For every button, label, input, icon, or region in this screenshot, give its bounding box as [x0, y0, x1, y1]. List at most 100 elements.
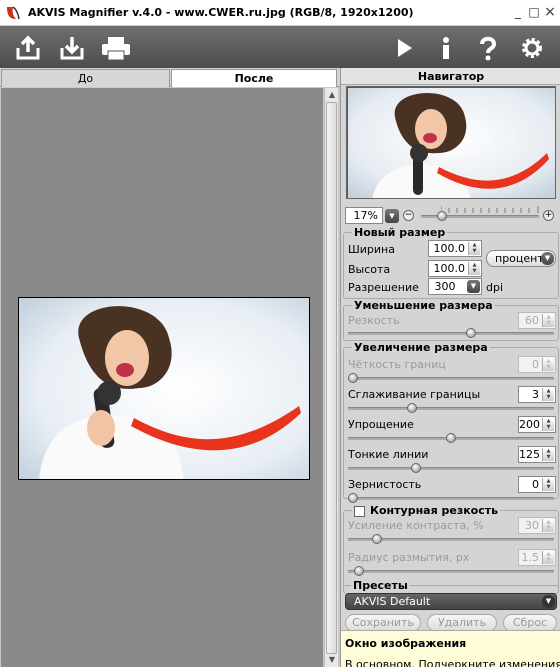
resolution-unit: dpi [486, 281, 504, 294]
enlarge-title: Увеличение размера [352, 341, 490, 354]
contour-title: Контурная резкость [352, 504, 501, 517]
contrast-label: Усиление контраста, % [348, 519, 484, 532]
param-3-track[interactable] [348, 467, 554, 470]
reduce-title: Уменьшение размера [352, 299, 495, 312]
settings-icon[interactable] [518, 34, 546, 62]
radius-track[interactable] [348, 570, 554, 573]
reduce-section: Уменьшение размера Резкость 60 ▲ ▼ [343, 299, 559, 341]
height-spin-icon: ▲ ▼ [468, 262, 480, 275]
resolution-field[interactable]: 300 ▼ [428, 278, 482, 295]
width-field[interactable]: 100.0 ▲ ▼ [428, 240, 482, 257]
zoom-field[interactable]: 17% [345, 207, 383, 224]
zoom-in-button[interactable]: + [543, 210, 554, 221]
radius-field[interactable]: 1.5 ▲ ▼ [518, 549, 556, 566]
minimize-button[interactable]: _ [510, 4, 526, 20]
param-1-spin-icon: ▲ ▼ [542, 388, 554, 401]
scroll-up-icon[interactable]: ▲ [327, 90, 337, 100]
contrast-thumb[interactable] [371, 534, 382, 544]
height-label: Высота [348, 263, 391, 276]
toolbar [0, 26, 560, 68]
zoom-out-button[interactable]: − [403, 210, 414, 221]
radius-thumb[interactable] [353, 566, 364, 576]
height-field[interactable]: 100.0 ▲ ▼ [428, 260, 482, 277]
window-title: AKVIS Magnifier v.4.0 - www.CWER.ru.jpg … [28, 6, 414, 19]
param-4-label: Зернистость [348, 478, 422, 491]
print-icon[interactable] [100, 34, 132, 62]
param-0-spin-icon: ▲ ▼ [542, 358, 554, 371]
image-pane: До После ▲ ▼ [0, 68, 340, 667]
contrast-spin-icon: ▲ ▼ [542, 519, 554, 532]
preset-dropdown-icon: ▼ [542, 595, 555, 608]
scroll-down-icon[interactable]: ▼ [327, 655, 337, 665]
param-4-field[interactable]: 0 ▲ ▼ [518, 476, 556, 493]
info-title: Окно изображения [345, 637, 467, 650]
param-1-track[interactable] [348, 407, 554, 410]
presets-section: Пресеты AKVIS Default ▼ Сохранить Удалить… [343, 579, 559, 632]
run-icon[interactable] [390, 34, 418, 62]
zoom-slider-thumb[interactable] [437, 211, 448, 221]
sharpness-track[interactable] [348, 332, 554, 335]
sharpness-label: Резкость [348, 314, 400, 327]
image-viewport[interactable] [1, 88, 323, 667]
vertical-scrollbar[interactable]: ▲ ▼ [324, 88, 338, 667]
view-tabs: До После [0, 68, 340, 87]
param-2-field[interactable]: 200 ▲ ▼ [518, 416, 556, 433]
close-button[interactable]: × [542, 4, 558, 20]
tab-after[interactable]: После [171, 69, 337, 87]
settings-panel: Навигатор 17% ▼ − + Новый размер Ширина … [340, 68, 560, 667]
param-0-label: Чёткость границ [348, 358, 446, 371]
param-1-label: Сглаживание границы [348, 388, 481, 401]
new-size-section: Новый размер Ширина 100.0 ▲ ▼ Высота 100.0… [343, 226, 559, 299]
scroll-thumb[interactable] [326, 102, 337, 654]
navigator-preview[interactable] [346, 86, 556, 199]
zoom-ticks [441, 206, 539, 213]
save-icon[interactable] [58, 34, 86, 62]
new-size-title: Новый размер [352, 226, 448, 239]
sharpness-thumb[interactable] [465, 328, 476, 338]
navigator-thumbnail [347, 87, 555, 198]
info-icon[interactable] [432, 34, 460, 62]
info-text: В основном. Подчеркните изменения [345, 658, 560, 667]
param-0-field[interactable]: 0 ▲ ▼ [518, 356, 556, 373]
zoom-row: 17% ▼ − + [345, 206, 557, 226]
open-icon[interactable] [14, 34, 42, 62]
param-1-field[interactable]: 3 ▲ ▼ [518, 386, 556, 403]
help-icon[interactable] [474, 34, 502, 62]
param-3-label: Тонкие линии [348, 448, 429, 461]
tab-before[interactable]: До [1, 69, 170, 87]
param-3-spin-icon: ▲ ▼ [542, 448, 554, 461]
singer-photo [19, 298, 309, 479]
enlarge-section: Увеличение размера Чёткость границ 0 ▲ ▼ Сгл… [343, 341, 559, 503]
param-0-thumb[interactable] [348, 373, 358, 383]
units-select[interactable]: проценты ▼ [486, 250, 556, 267]
param-2-thumb[interactable] [446, 433, 456, 443]
maximize-button[interactable]: □ [526, 4, 542, 20]
width-label: Ширина [348, 243, 395, 256]
info-panel: Окно изображения В основном. Подчеркните… [341, 630, 560, 667]
param-3-field[interactable]: 125 ▲ ▼ [518, 446, 556, 463]
radius-spin-icon: ▲ ▼ [542, 551, 554, 564]
param-1-thumb[interactable] [406, 403, 417, 413]
result-image[interactable] [18, 297, 310, 480]
presets-title: Пресеты [351, 579, 410, 592]
param-0-track[interactable] [348, 377, 554, 380]
param-4-spin-icon: ▲ ▼ [542, 478, 554, 491]
resolution-label: Разрешение [348, 281, 419, 294]
radius-label: Радиус размытия, px [348, 551, 470, 564]
sharpness-spin-icon: ▲ ▼ [542, 314, 554, 327]
resolution-dropdown-icon: ▼ [467, 280, 480, 293]
param-4-track[interactable] [348, 497, 554, 500]
zoom-dropdown-icon[interactable]: ▼ [385, 209, 399, 223]
param-4-thumb[interactable] [348, 493, 358, 503]
contrast-field[interactable]: 30 ▲ ▼ [518, 517, 556, 534]
param-2-label: Упрощение [348, 418, 414, 431]
sharpness-field[interactable]: 60 ▲ ▼ [518, 312, 556, 329]
width-spin-icon: ▲ ▼ [468, 242, 480, 255]
units-dropdown-icon: ▼ [541, 252, 554, 265]
param-3-thumb[interactable] [410, 463, 421, 473]
preset-select[interactable]: AKVIS Default ▼ [345, 593, 557, 610]
contour-checkbox[interactable] [354, 506, 365, 517]
title-bar: AKVIS Magnifier v.4.0 - www.CWER.ru.jpg … [0, 0, 560, 26]
param-2-spin-icon: ▲ ▼ [542, 418, 554, 431]
navigator-title: Навигатор [341, 68, 560, 85]
